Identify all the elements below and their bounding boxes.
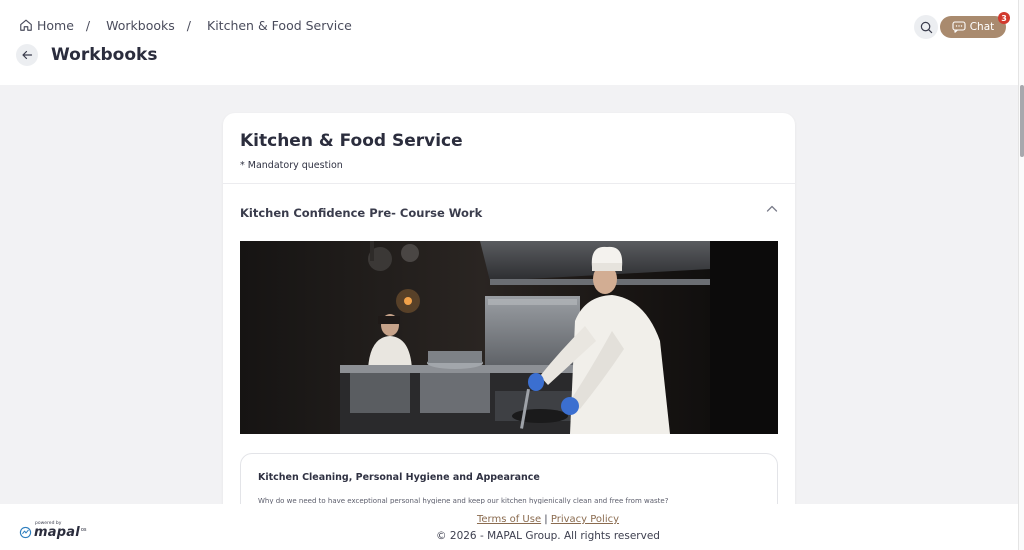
breadcrumb-separator: /	[85, 17, 91, 33]
workbook-title: Kitchen & Food Service	[240, 131, 463, 151]
arrow-left-icon	[22, 50, 33, 60]
copyright-text: © 2026 - MAPAL Group. All rights reserve…	[436, 530, 660, 542]
breadcrumb-current: Kitchen & Food Service	[207, 17, 352, 33]
mandatory-note: * Mandatory question	[240, 160, 343, 171]
terms-of-use-link[interactable]: Terms of Use	[477, 514, 541, 525]
chef-kitchen-image	[240, 241, 778, 434]
back-button[interactable]	[16, 44, 38, 66]
search-icon	[920, 21, 932, 33]
footer: powered by mapal os Terms of Use | Priva…	[0, 504, 1018, 550]
breadcrumb: Home / Workbooks / Kitchen & Food Servic…	[19, 17, 352, 33]
section-hero-image	[240, 241, 778, 434]
chat-bubble-icon	[952, 21, 966, 33]
breadcrumb-home-label: Home	[37, 17, 74, 33]
workbook-card: Kitchen & Food Service * Mandatory quest…	[223, 113, 795, 533]
top-header: Home / Workbooks / Kitchen & Food Servic…	[0, 0, 1018, 85]
breadcrumb-home[interactable]: Home	[19, 18, 74, 33]
link-separator: |	[544, 514, 548, 525]
question-title: Kitchen Cleaning, Personal Hygiene and A…	[258, 472, 540, 483]
chevron-up-icon[interactable]	[766, 204, 778, 214]
privacy-policy-link[interactable]: Privacy Policy	[551, 514, 619, 525]
section-title: Kitchen Confidence Pre- Course Work	[240, 206, 483, 220]
footer-links: Terms of Use | Privacy Policy	[0, 514, 1024, 525]
chat-button[interactable]: Chat	[940, 16, 1006, 38]
divider	[223, 183, 795, 184]
page-title: Workbooks	[51, 45, 158, 65]
chat-notification-badge: 3	[998, 12, 1010, 24]
breadcrumb-workbooks[interactable]: Workbooks	[106, 18, 175, 33]
home-icon	[20, 19, 32, 31]
scrollbar-thumb[interactable]	[1020, 85, 1024, 157]
page-scrollbar[interactable]	[1018, 0, 1024, 550]
breadcrumb-separator: /	[186, 17, 191, 33]
section-accordion-header[interactable]: Kitchen Confidence Pre- Course Work	[240, 202, 778, 220]
chat-label: Chat	[969, 21, 995, 33]
search-button[interactable]	[914, 15, 938, 39]
